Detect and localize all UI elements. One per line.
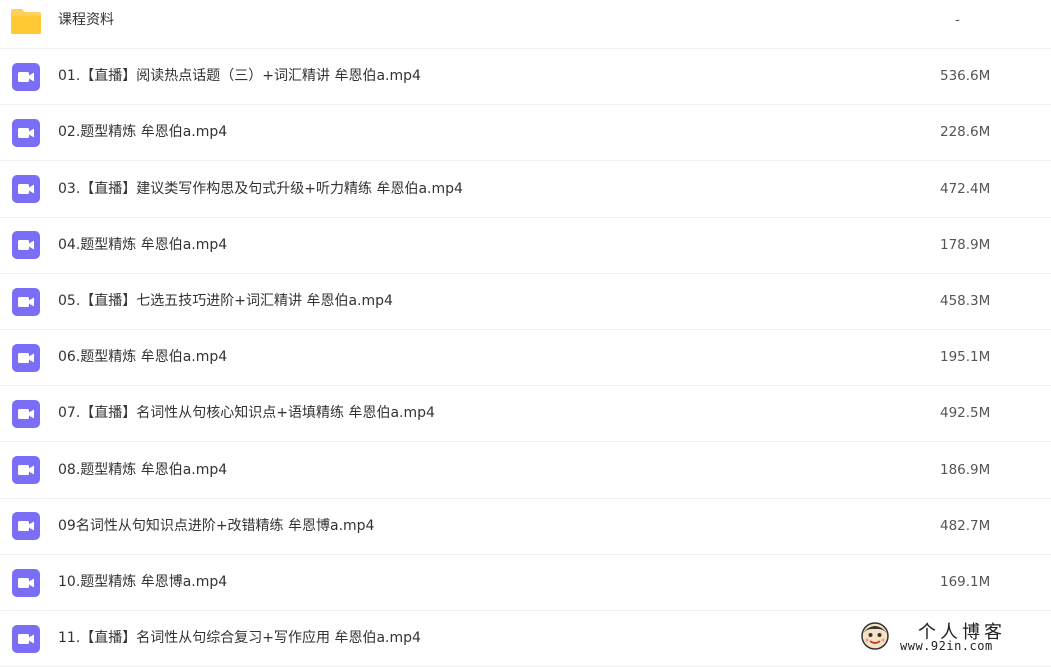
- file-name[interactable]: 01.【直播】阅读热点话题（三）+词汇精讲 牟恩伯a.mp4: [58, 49, 421, 104]
- file-row[interactable]: 02.题型精炼 牟恩伯a.mp4 228.6M: [0, 105, 1051, 162]
- video-icon: [12, 568, 40, 597]
- file-row[interactable]: 04.题型精炼 牟恩伯a.mp4 178.9M: [0, 218, 1051, 274]
- video-icon: [12, 512, 40, 541]
- watermark: 个人博客 www.92in.com: [856, 617, 1046, 655]
- file-row[interactable]: 06.题型精炼 牟恩伯a.mp4 195.1M: [0, 330, 1051, 387]
- file-size: -: [955, 12, 960, 28]
- folder-icon: [10, 7, 42, 35]
- file-name[interactable]: 课程资料: [58, 0, 114, 48]
- file-name[interactable]: 08.题型精炼 牟恩伯a.mp4: [58, 443, 227, 498]
- file-name[interactable]: 03.【直播】建议类写作构思及句式升级+听力精练 牟恩伯a.mp4: [58, 162, 463, 217]
- file-name[interactable]: 10.题型精炼 牟恩博a.mp4: [58, 555, 227, 610]
- file-row[interactable]: 07.【直播】名词性从句核心知识点+语填精练 牟恩伯a.mp4 492.5M: [0, 386, 1051, 443]
- file-name[interactable]: 07.【直播】名词性从句核心知识点+语填精练 牟恩伯a.mp4: [58, 386, 435, 441]
- file-row[interactable]: 08.题型精炼 牟恩伯a.mp4 186.9M: [0, 443, 1051, 499]
- video-icon: [12, 231, 40, 260]
- file-name[interactable]: 05.【直播】七选五技巧进阶+词汇精讲 牟恩伯a.mp4: [58, 274, 393, 329]
- file-list: 课程资料 - 01.【直播】阅读热点话题（三）+词汇精讲 牟恩伯a.mp4 536.6…: [0, 0, 1051, 667]
- file-size: 186.9M: [940, 461, 991, 478]
- folder-row[interactable]: 课程资料 -: [0, 0, 1051, 49]
- file-size: 195.1M: [940, 349, 991, 366]
- file-name[interactable]: 02.题型精炼 牟恩伯a.mp4: [58, 105, 227, 160]
- watermark-url: www.92in.com: [900, 639, 993, 653]
- file-name[interactable]: 04.题型精炼 牟恩伯a.mp4: [58, 218, 227, 273]
- file-size: 228.6M: [940, 124, 991, 141]
- file-size: 178.9M: [940, 236, 991, 253]
- file-size: 482.7M: [940, 517, 991, 534]
- file-size: 169.1M: [940, 574, 991, 590]
- video-icon: [12, 175, 40, 204]
- video-icon: [12, 62, 40, 91]
- file-row[interactable]: 01.【直播】阅读热点话题（三）+词汇精讲 牟恩伯a.mp4 536.6M: [0, 49, 1051, 106]
- file-size: 458.3M: [940, 293, 991, 309]
- mascot-icon: [861, 622, 889, 650]
- file-name[interactable]: 06.题型精炼 牟恩伯a.mp4: [58, 330, 227, 385]
- video-icon: [12, 343, 40, 372]
- file-name[interactable]: 09名词性从句知识点进阶+改错精练 牟恩博a.mp4: [58, 499, 374, 554]
- file-row[interactable]: 10.题型精炼 牟恩博a.mp4 169.1M: [0, 555, 1051, 611]
- file-size: 472.4M: [940, 180, 991, 197]
- video-icon: [12, 624, 40, 653]
- file-row[interactable]: 09名词性从句知识点进阶+改错精练 牟恩博a.mp4 482.7M: [0, 499, 1051, 555]
- file-size: 492.5M: [940, 405, 991, 422]
- video-icon: [12, 118, 40, 147]
- video-icon: [12, 399, 40, 428]
- file-name[interactable]: 11.【直播】名词性从句综合复习+写作应用 牟恩伯a.mp4: [58, 611, 421, 666]
- video-icon: [12, 456, 40, 485]
- file-row[interactable]: 05.【直播】七选五技巧进阶+词汇精讲 牟恩伯a.mp4 458.3M: [0, 274, 1051, 330]
- video-icon: [12, 287, 40, 316]
- file-size: 536.6M: [940, 68, 991, 85]
- file-row[interactable]: 03.【直播】建议类写作构思及句式升级+听力精练 牟恩伯a.mp4 472.4M: [0, 162, 1051, 218]
